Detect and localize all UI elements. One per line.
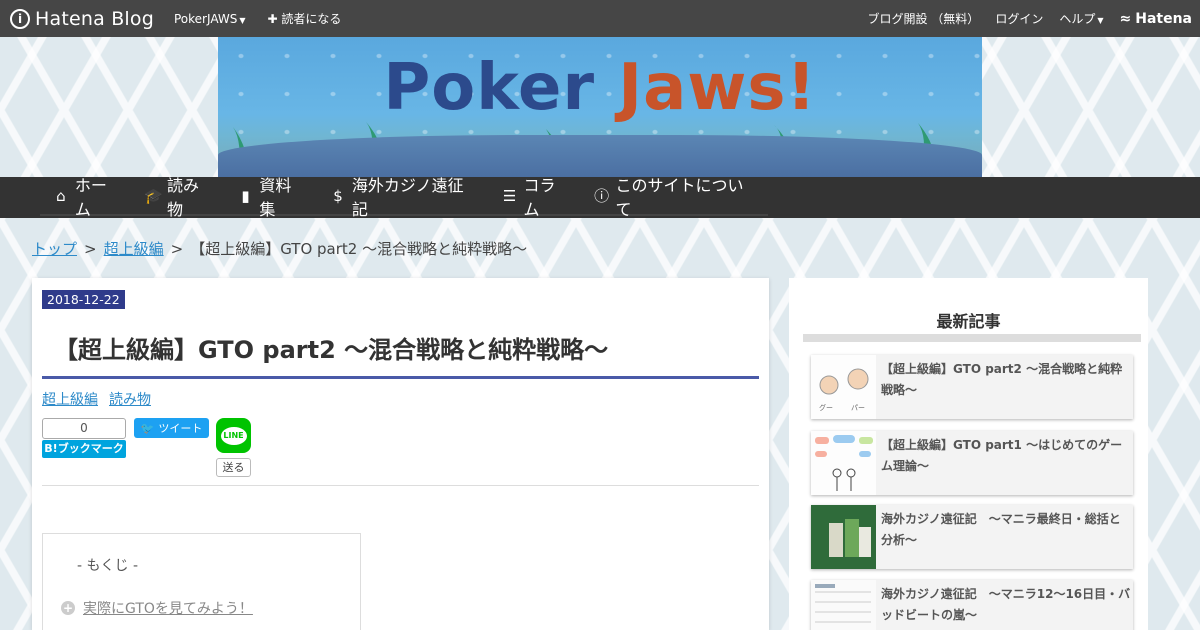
hatena-logo-icon: i (10, 8, 30, 29)
caret-down-icon: ▼ (239, 15, 246, 25)
line-share-widget[interactable]: LINE 送る (216, 418, 251, 477)
entry-date[interactable]: 2018-12-22 (42, 290, 125, 309)
entry-title[interactable]: 【超上級編】GTO part2 〜混合戦略と純粋戦略〜 (54, 330, 608, 365)
recent-entry-title: 海外カジノ遠征記 ～マニラ最終日・総括と分析～ (881, 512, 1121, 547)
line-icon[interactable]: LINE (216, 418, 251, 453)
toc-title: - もくじ - (77, 558, 139, 574)
entry-thumbnail: グー パー (811, 355, 876, 419)
entry-thumbnail (811, 431, 876, 495)
nav-materials-label: 資料集 (259, 175, 292, 219)
dollar-icon: $ (333, 186, 343, 205)
recent-entry-title: 【超上級編】GTO part1 〜はじめてのゲーム理論〜 (881, 438, 1123, 473)
nav-about[interactable]: ⓘ このサイトについて (593, 172, 758, 220)
header-banner[interactable]: Poker Jaws! (218, 37, 982, 177)
toc-item[interactable]: + 実際にGTOを見てみよう！ (61, 598, 253, 618)
plus-icon: ✚ (267, 12, 278, 26)
subscribe-button[interactable]: ✚ 読者になる (268, 10, 342, 27)
info-icon: ⓘ (594, 187, 610, 205)
tweet-button[interactable]: 🐦 ツイート (134, 418, 209, 438)
subscribe-label: 読者になる (281, 12, 342, 26)
twitter-bird-icon: 🐦 (140, 421, 155, 435)
hatena-blog-logo[interactable]: i Hatena Blog (10, 8, 154, 30)
hatena-bookmark-widget[interactable]: 0 B!ブックマーク (42, 418, 126, 458)
category-link[interactable]: 読み物 (109, 389, 151, 409)
open-blog-link[interactable]: ブログ開設 （無料） (867, 10, 979, 27)
blog-title-part1: Poker (383, 51, 595, 125)
home-icon: ⌂ (56, 186, 66, 205)
article: 2018-12-22 【超上級編】GTO part2 〜混合戦略と純粋戦略〜 超… (32, 278, 769, 630)
recent-entry-title: 【超上級編】GTO part2 〜混合戦略と純粋戦略〜 (881, 362, 1123, 397)
blog-name-label: PokerJAWS (174, 11, 238, 26)
nav-home[interactable]: ⌂ ホーム (52, 172, 122, 220)
nav-column-label: コラム (523, 175, 556, 219)
nav-home-label: ホーム (74, 175, 107, 219)
sidebar: 最新記事 グー パー 【超上級編】GTO part2 〜混合戦略と純粋戦略〜 【超… (789, 278, 1148, 630)
tweet-label: ツイート (158, 422, 203, 435)
bookmark-count: 0 (42, 418, 126, 439)
caret-down-icon: ▼ (1097, 16, 1104, 25)
global-nav: ⌂ ホーム 🎓 読み物 ▮ 資料集 $ 海外カジノ遠征記 ☰ コラム ⓘ このサ… (0, 176, 1200, 219)
sidebar-title-rule (803, 334, 1141, 342)
help-label: ヘルプ (1059, 12, 1096, 26)
breadcrumb: トップ > 超上級編 > 【超上級編】GTO part2 〜混合戦略と純粋戦略〜 (32, 238, 527, 259)
blog-name-menu[interactable]: PokerJAWS ▼ (174, 12, 246, 26)
nav-reading-label: 読み物 (167, 175, 200, 219)
recent-entries-title: 最新記事 (936, 312, 1001, 331)
hatena-top-bar: i Hatena Blog PokerJAWS ▼ ✚ 読者になる ブログ開設 （… (0, 0, 1200, 37)
graduation-cap-icon: 🎓 (144, 186, 163, 205)
entry-categories: 超上級編 読み物 (42, 389, 151, 409)
recent-entry-title: 海外カジノ遠征記 ～マニラ12〜16日目・バッドビートの嵐～ (881, 587, 1131, 622)
nav-casino-trip[interactable]: $ 海外カジノ遠征記 (329, 172, 479, 220)
recent-entry[interactable]: 海外カジノ遠征記 ～マニラ12〜16日目・バッドビートの嵐～ (811, 580, 1133, 630)
breadcrumb-current: 【超上級編】GTO part2 〜混合戦略と純粋戦略〜 (190, 240, 528, 258)
recent-entry[interactable]: 海外カジノ遠征記 ～マニラ最終日・総括と分析～ (811, 505, 1133, 569)
login-link[interactable]: ログイン (995, 10, 1043, 27)
table-of-contents: - もくじ - + 実際にGTOを見てみよう！ (42, 533, 361, 630)
blog-title-part2: Jaws! (618, 51, 817, 125)
nav-materials[interactable]: ▮ 資料集 (237, 172, 308, 220)
nav-casino-trip-label: 海外カジノ遠征記 (351, 175, 464, 219)
nav-reading[interactable]: 🎓 読み物 (144, 172, 215, 220)
recent-entry[interactable]: 【超上級編】GTO part1 〜はじめてのゲーム理論〜 (811, 431, 1133, 495)
breadcrumb-separator: > (170, 239, 184, 258)
nav-about-label: このサイトについて (615, 175, 744, 219)
line-icon-text: LINE (220, 426, 247, 445)
help-menu[interactable]: ヘルプ ▼ (1059, 10, 1103, 27)
bookmark-button[interactable]: B!ブックマーク (42, 440, 126, 458)
recent-entry[interactable]: グー パー 【超上級編】GTO part2 〜混合戦略と純粋戦略〜 (811, 355, 1133, 419)
divider (42, 485, 759, 486)
title-underline (42, 376, 759, 379)
blog-title-logo: Poker Jaws! (218, 51, 982, 125)
breadcrumb-home-link[interactable]: トップ (32, 238, 77, 259)
hatena-mark-icon: ≈ (1119, 10, 1132, 27)
list-icon: ☰ (502, 186, 517, 205)
category-link[interactable]: 超上級編 (42, 389, 98, 409)
book-icon: ▮ (241, 186, 250, 205)
plus-circle-icon: + (61, 601, 75, 615)
hatena-logo-text: Hatena (1135, 10, 1192, 27)
breadcrumb-category-link[interactable]: 超上級編 (104, 238, 164, 259)
entry-thumbnail (811, 505, 876, 569)
toc-item-link[interactable]: 実際にGTOを見てみよう！ (83, 598, 253, 618)
entry-thumbnail (811, 580, 876, 630)
svg-text:グー: グー (819, 403, 833, 412)
hatena-blog-logo-text: Hatena Blog (35, 7, 154, 30)
breadcrumb-separator: > (84, 239, 97, 258)
line-send-button[interactable]: 送る (216, 458, 251, 477)
svg-text:パー: パー (851, 404, 865, 412)
nav-column[interactable]: ☰ コラム (501, 172, 571, 220)
hatena-logo[interactable]: ≈ Hatena (1120, 11, 1193, 27)
